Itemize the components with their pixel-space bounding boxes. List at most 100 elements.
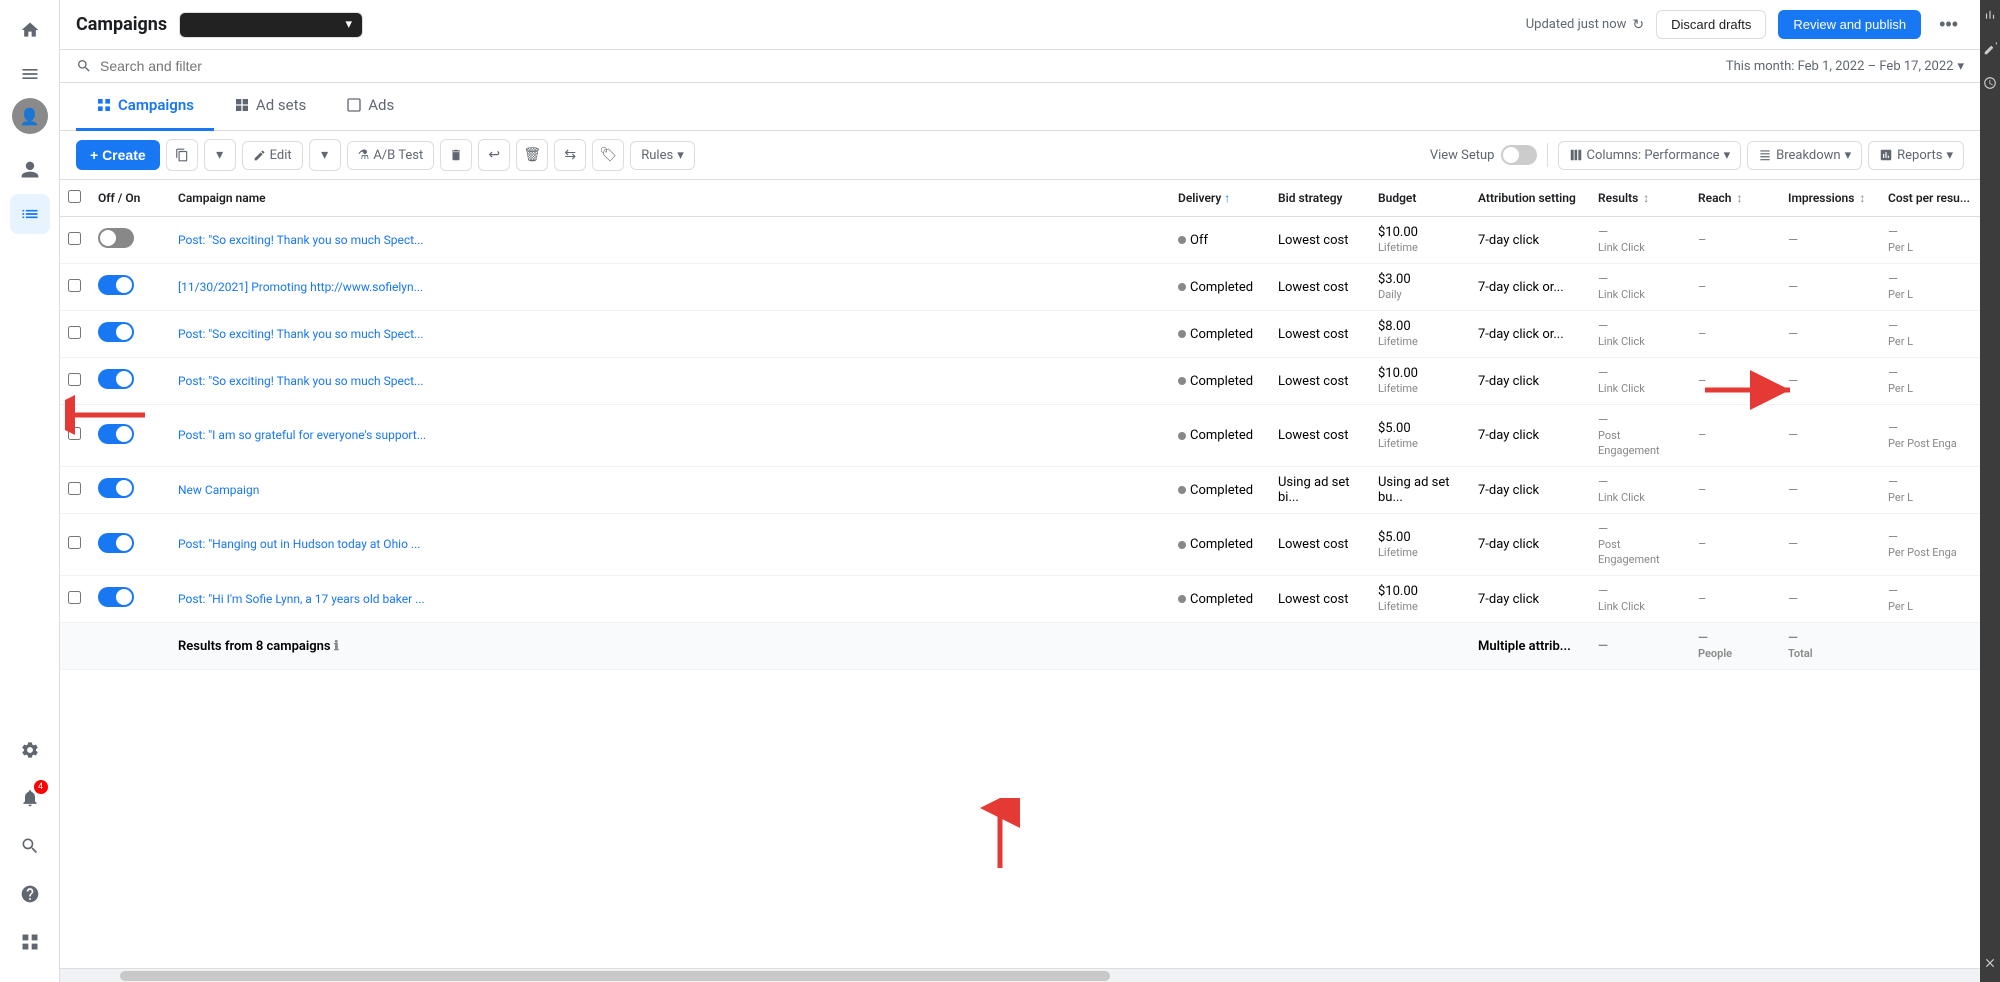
delivery-label: Completed bbox=[1190, 483, 1253, 498]
results: —Link Click bbox=[1590, 264, 1690, 311]
user-avatar[interactable]: 👤 bbox=[12, 98, 48, 134]
budget: $5.00Lifetime bbox=[1370, 514, 1470, 576]
reports-button[interactable]: Reports ▾ bbox=[1868, 141, 1964, 170]
ad-sets-tab-icon bbox=[234, 97, 250, 113]
sidebar-item-menu[interactable] bbox=[10, 54, 50, 94]
row-toggle[interactable] bbox=[98, 424, 134, 444]
row-toggle[interactable] bbox=[98, 322, 134, 342]
sidebar-item-help[interactable] bbox=[10, 874, 50, 914]
row-checkbox[interactable] bbox=[68, 536, 81, 549]
rules-arrow-icon: ▾ bbox=[677, 148, 684, 163]
bid-strategy: Lowest cost bbox=[1270, 217, 1370, 264]
budget: $10.00Lifetime bbox=[1370, 576, 1470, 623]
delivery-label: Completed bbox=[1190, 592, 1253, 607]
reports-arrow: ▾ bbox=[1946, 148, 1953, 163]
cost-per-result: —Per L bbox=[1880, 358, 1980, 405]
sidebar-item-grid[interactable] bbox=[10, 922, 50, 962]
row-checkbox[interactable] bbox=[68, 279, 81, 292]
row-checkbox[interactable] bbox=[68, 326, 81, 339]
campaign-name-link[interactable]: Post: "I am so grateful for everyone's s… bbox=[178, 428, 426, 442]
row-toggle[interactable] bbox=[98, 275, 134, 295]
edit-button[interactable]: Edit bbox=[242, 141, 303, 170]
campaign-name-link[interactable]: Post: "So exciting! Thank you so much Sp… bbox=[178, 327, 424, 341]
more-options-button[interactable]: ••• bbox=[1933, 10, 1964, 39]
row-checkbox[interactable] bbox=[68, 427, 81, 440]
bid-strategy: Lowest cost bbox=[1270, 405, 1370, 467]
undo-button[interactable]: ↩ bbox=[478, 139, 510, 171]
delivery-label: Completed bbox=[1190, 428, 1253, 443]
campaign-name-link[interactable]: Post: "So exciting! Thank you so much Sp… bbox=[178, 233, 424, 247]
sidebar-item-settings[interactable] bbox=[10, 730, 50, 770]
th-reach: Reach ↕ bbox=[1690, 180, 1780, 217]
row-toggle[interactable] bbox=[98, 533, 134, 553]
sidebar-item-home[interactable] bbox=[10, 10, 50, 50]
copy-arrow-button[interactable]: ▾ bbox=[204, 139, 236, 171]
copy-button[interactable] bbox=[166, 139, 198, 171]
toggle-thumb bbox=[116, 426, 132, 442]
campaign-name-link[interactable]: New Campaign bbox=[178, 483, 259, 497]
tab-ads[interactable]: Ads bbox=[326, 83, 414, 131]
campaign-selector[interactable]: ████████████████ ▾ bbox=[179, 12, 363, 38]
duplicate-button[interactable]: ⇆ bbox=[554, 139, 586, 171]
sidebar-item-search[interactable] bbox=[10, 826, 50, 866]
budget: $10.00Lifetime bbox=[1370, 217, 1470, 264]
row-toggle[interactable] bbox=[98, 228, 134, 248]
rules-button[interactable]: Rules ▾ bbox=[630, 141, 694, 170]
breakdown-button[interactable]: Breakdown ▾ bbox=[1747, 141, 1862, 170]
view-setup-container: View Setup bbox=[1430, 145, 1537, 165]
th-delivery[interactable]: Delivery ↑ bbox=[1170, 180, 1270, 217]
impressions: — bbox=[1780, 514, 1880, 576]
review-publish-button[interactable]: Review and publish bbox=[1778, 10, 1921, 39]
search-icon bbox=[76, 58, 92, 74]
trash-button[interactable]: 🗑 bbox=[516, 139, 548, 171]
row-toggle[interactable] bbox=[98, 369, 134, 389]
bid-strategy: Using ad set bi... bbox=[1270, 467, 1370, 514]
select-all-checkbox[interactable] bbox=[68, 190, 81, 203]
search-input[interactable] bbox=[100, 58, 905, 74]
row-checkbox[interactable] bbox=[68, 232, 81, 245]
attribution-setting: 7-day click bbox=[1470, 467, 1590, 514]
th-name[interactable]: Campaign name bbox=[170, 180, 1170, 217]
columns-button[interactable]: Columns: Performance ▾ bbox=[1558, 141, 1742, 170]
update-status: Updated just now ↻ bbox=[1526, 17, 1644, 33]
campaign-name-link[interactable]: Post: "Hanging out in Hudson today at Oh… bbox=[178, 537, 420, 551]
right-close-icon[interactable] bbox=[1983, 956, 1997, 974]
ab-test-button[interactable]: ⚗ A/B Test bbox=[347, 141, 435, 170]
right-clock-icon[interactable] bbox=[1983, 76, 1997, 94]
reach-sort-icon: ↕ bbox=[1736, 191, 1742, 205]
row-checkbox[interactable] bbox=[68, 482, 81, 495]
right-chart-icon[interactable] bbox=[1983, 8, 1997, 26]
edit-arrow-button[interactable]: ▾ bbox=[309, 139, 341, 171]
sidebar-item-people[interactable] bbox=[10, 150, 50, 190]
create-button[interactable]: + Create bbox=[76, 140, 160, 170]
tag-button[interactable]: 🏷 bbox=[592, 139, 624, 171]
sidebar-item-notifications[interactable]: 4 bbox=[10, 778, 50, 818]
delivery-status: Completed bbox=[1178, 592, 1262, 607]
campaign-name-link[interactable]: [11/30/2021] Promoting http://www.sofiel… bbox=[178, 280, 423, 294]
right-pencil-icon[interactable] bbox=[1983, 42, 1997, 60]
status-dot bbox=[1178, 486, 1186, 494]
reach: – bbox=[1690, 358, 1780, 405]
columns-label: Columns: Performance bbox=[1587, 148, 1720, 163]
edit-button-label: Edit bbox=[270, 148, 292, 163]
row-checkbox[interactable] bbox=[68, 373, 81, 386]
refresh-icon[interactable]: ↻ bbox=[1632, 17, 1644, 33]
footer-info-icon[interactable]: ℹ bbox=[334, 639, 339, 654]
row-checkbox[interactable] bbox=[68, 591, 81, 604]
th-attribution: Attribution setting bbox=[1470, 180, 1590, 217]
delete-button[interactable] bbox=[440, 139, 472, 171]
campaign-name-link[interactable]: Post: "Hi I'm Sofie Lynn, a 17 years old… bbox=[178, 592, 425, 606]
row-toggle[interactable] bbox=[98, 478, 134, 498]
scrollbar-thumb[interactable] bbox=[120, 971, 1110, 981]
tab-campaigns[interactable]: Campaigns bbox=[76, 83, 214, 131]
date-range-selector[interactable]: This month: Feb 1, 2022 – Feb 17, 2022 ▾ bbox=[1726, 59, 1964, 74]
table-row: [11/30/2021] Promoting http://www.sofiel… bbox=[60, 264, 1980, 311]
discard-drafts-button[interactable]: Discard drafts bbox=[1656, 10, 1766, 39]
tab-ad-sets[interactable]: Ad sets bbox=[214, 83, 326, 131]
view-setup-toggle[interactable] bbox=[1501, 145, 1537, 165]
sidebar-item-campaigns[interactable] bbox=[10, 194, 50, 234]
horizontal-scrollbar[interactable] bbox=[60, 968, 1980, 982]
campaign-name-link[interactable]: Post: "So exciting! Thank you so much Sp… bbox=[178, 374, 424, 388]
row-toggle[interactable] bbox=[98, 587, 134, 607]
toggle-thumb bbox=[116, 480, 132, 496]
